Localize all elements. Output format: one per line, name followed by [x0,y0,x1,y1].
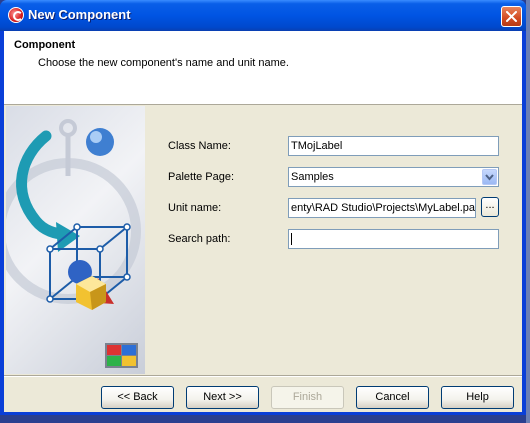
palette-page-dropdown-button[interactable] [482,169,497,185]
background-edge [526,0,530,423]
dialog-client-area: Component Choose the new component's nam… [0,31,522,412]
wizard-illustration [0,106,145,374]
close-icon [506,11,517,22]
class-name-input[interactable]: TMojLabel [288,136,499,156]
chevron-down-icon [485,174,494,181]
unit-name-browse-button[interactable]: ... [481,197,499,217]
finish-button[interactable]: Finish [271,386,344,409]
palette-page-select[interactable]: Samples [288,167,499,187]
unit-name-label: Unit name: [168,202,222,214]
new-component-dialog: New Component Component Choose the new c… [0,0,526,415]
search-path-label: Search path: [168,233,231,245]
button-separator [4,375,522,377]
window-title: New Component [28,7,131,22]
cancel-button[interactable]: Cancel [356,386,429,409]
window-border-bottom [0,412,526,415]
app-icon [8,7,24,23]
next-button[interactable]: Next >> [186,386,259,409]
back-button[interactable]: << Back [101,386,174,409]
text-cursor [291,233,292,246]
class-name-label: Class Name: [168,140,231,152]
wizard-header: Component Choose the new component's nam… [4,31,522,105]
title-bar[interactable]: New Component [0,0,526,31]
palette-page-label: Palette Page: [168,171,235,183]
search-path-input[interactable] [288,229,499,249]
close-button[interactable] [501,6,522,27]
wizard-graphic [0,119,141,368]
window-border-right [522,31,526,415]
unit-name-input[interactable]: enty\RAD Studio\Projects\MyLabel.pa [288,198,476,218]
palette-page-value: Samples [291,171,334,183]
header-title: Component [14,39,76,51]
header-subtitle: Choose the new component's name and unit… [38,57,289,69]
help-button[interactable]: Help [441,386,514,409]
